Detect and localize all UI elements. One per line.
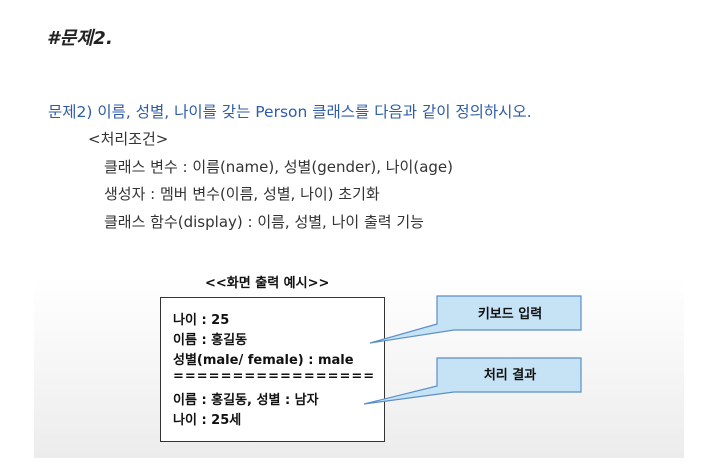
callout-shapes <box>363 295 582 405</box>
callout-processing-result-label: 처리 결과 <box>483 368 537 383</box>
callout-keyboard-input-label: 키보드 입력 <box>477 307 543 322</box>
